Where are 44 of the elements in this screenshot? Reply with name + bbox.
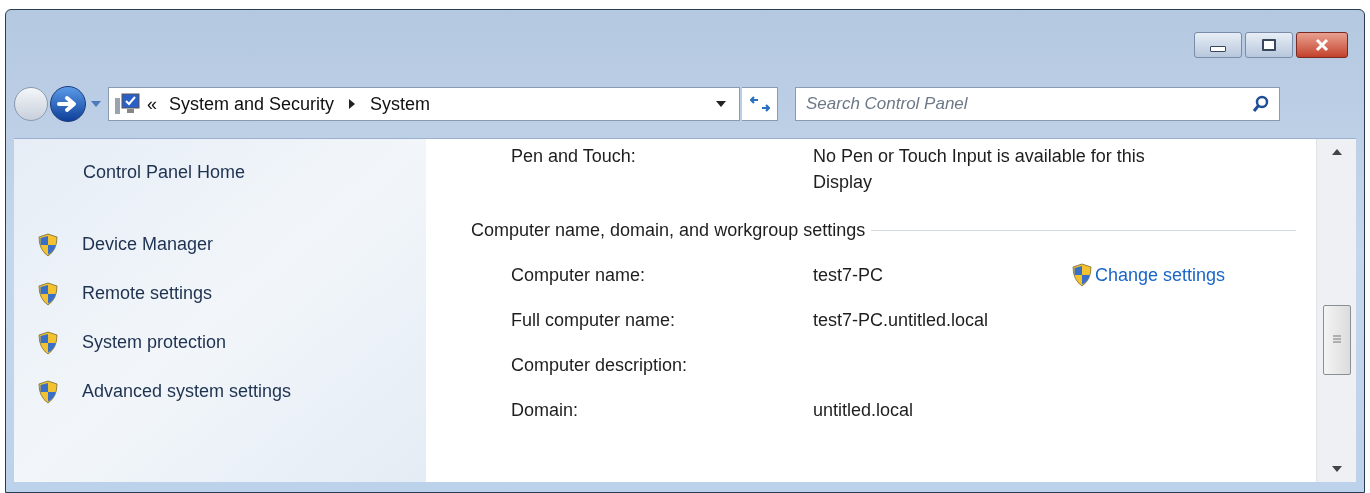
field-label: Full computer name:: [511, 308, 677, 332]
maximize-button[interactable]: [1245, 32, 1293, 58]
scrollbar-thumb[interactable]: [1322, 305, 1351, 375]
breadcrumb[interactable]: System and Security: [169, 90, 335, 118]
scrollbar[interactable]: [1316, 139, 1356, 482]
shield-icon: [37, 330, 59, 355]
close-icon: [1314, 38, 1330, 52]
minimize-button[interactable]: [1194, 32, 1242, 58]
dropdown-icon[interactable]: [715, 100, 727, 108]
breadcrumb-overflow[interactable]: «: [147, 90, 157, 118]
search-field[interactable]: Search Control Panel: [795, 87, 1280, 121]
sidebar-link[interactable]: Remote settings: [82, 280, 213, 307]
field-value: test7-PC: [813, 263, 885, 287]
shield-icon: [37, 232, 59, 257]
section-heading: Computer name, domain, and workgroup settings: [471, 219, 866, 242]
field-value: No Pen or Touch Input is available for this Display: [813, 145, 1146, 194]
address-bar[interactable]: « System and Security System: [108, 87, 740, 121]
field-label: Computer description:: [511, 353, 689, 377]
shield-icon: [1071, 263, 1093, 287]
sidebar-link[interactable]: Advanced system settings: [82, 378, 292, 405]
grip-icon: [1332, 335, 1341, 345]
control-panel-icon: [113, 92, 141, 116]
forward-button[interactable]: [50, 86, 86, 122]
field-label: Pen and Touch:: [511, 145, 637, 168]
refresh-button[interactable]: [742, 87, 778, 121]
sidebar-link[interactable]: System protection: [82, 329, 227, 356]
field-label: Domain:: [511, 398, 580, 422]
arrow-right-icon: [57, 95, 79, 113]
breadcrumb[interactable]: System: [370, 90, 431, 118]
close-button[interactable]: [1296, 32, 1348, 58]
shield-icon: [37, 379, 59, 404]
search-icon[interactable]: [1252, 95, 1270, 113]
field-label: Computer name:: [511, 263, 647, 287]
shield-icon: [37, 281, 59, 306]
field-value: test7-PC.untitled.local: [813, 308, 990, 332]
scroll-up-icon[interactable]: [1331, 149, 1342, 155]
refresh-icon: [749, 96, 770, 112]
sidebar-link[interactable]: Control Panel Home: [83, 159, 426, 186]
field-value: untitled.local: [813, 398, 915, 422]
sidebar-link[interactable]: Device Manager: [82, 231, 214, 258]
breadcrumb-arrow-icon[interactable]: [348, 99, 357, 109]
history-dropdown-icon[interactable]: [90, 100, 102, 108]
change-settings-link[interactable]: Change settings: [1071, 261, 1226, 289]
scroll-down-icon[interactable]: [1331, 466, 1342, 472]
